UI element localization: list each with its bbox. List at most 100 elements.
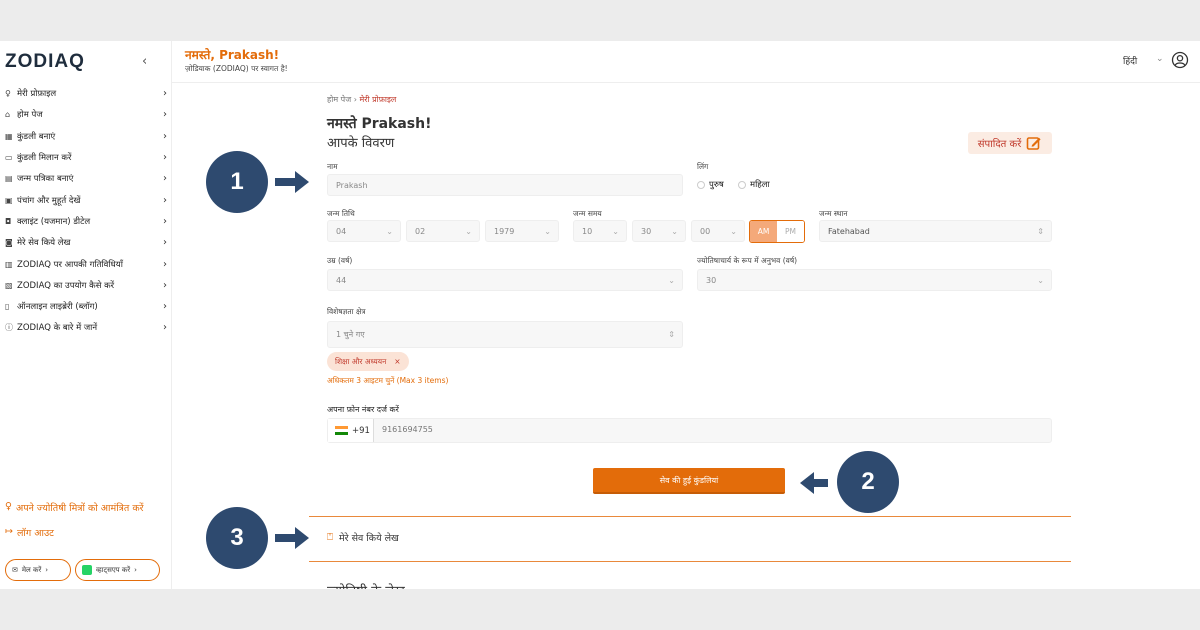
country-code: +91 bbox=[352, 425, 370, 436]
chevron-right-icon: › bbox=[163, 322, 167, 334]
sidebar-item[interactable]: ▭ कुंडली मिलान करें › bbox=[5, 147, 167, 168]
chevron-right-icon: › bbox=[163, 88, 167, 100]
arrow-right-icon bbox=[275, 527, 309, 549]
pob-value: Fatehabad bbox=[828, 226, 870, 236]
dob-month-select[interactable]: 02 ⌄ bbox=[406, 220, 480, 242]
whatsapp-button[interactable]: व्हाट्सएप करें › bbox=[75, 559, 160, 581]
client-icon: ◘ bbox=[5, 216, 12, 226]
annotation-badge-2: 2 bbox=[837, 451, 899, 513]
age-select[interactable]: 44 ⌄ bbox=[327, 269, 683, 291]
invite-friends-link[interactable]: ♀ अपने ज्योतिषी मित्रों को आमंत्रित करें bbox=[5, 501, 144, 514]
am-option[interactable]: AM bbox=[750, 221, 777, 242]
age-value: 44 bbox=[336, 275, 347, 285]
specialty-select[interactable]: 1 चुने गए ⇕ bbox=[327, 321, 683, 348]
india-flag-icon bbox=[335, 426, 348, 435]
chevron-updown-icon: ⇕ bbox=[1037, 226, 1044, 236]
chevron-down-icon: ⌄ bbox=[386, 226, 393, 236]
section-subtitle: आपके विवरण bbox=[327, 136, 395, 151]
sidebar-item[interactable]: ▥ ZODIAQ पर आपकी गतिविधियाँ › bbox=[5, 253, 167, 274]
language-select[interactable]: हिंदी bbox=[1123, 54, 1137, 67]
whatsapp-label: व्हाट्सएप करें bbox=[96, 565, 131, 574]
specialty-chip: शिक्षा और अध्ययन × bbox=[327, 352, 409, 371]
sidebar-item[interactable]: ◘ क्लाइंट (यजमान) डीटेल › bbox=[5, 211, 167, 232]
group-icon: ♀ bbox=[5, 501, 12, 512]
specialty-label: विशेषज्ञता क्षेत्र bbox=[327, 307, 366, 316]
edit-label: संपादित करें bbox=[977, 139, 1022, 150]
specialty-value: 1 चुने गए bbox=[336, 330, 365, 339]
dob-month-value: 02 bbox=[415, 226, 426, 236]
experience-label: ज्योतिषाचार्य के रूप में अनुभव (वर्ष) bbox=[697, 256, 798, 265]
tob-second-value: 00 bbox=[700, 226, 711, 236]
bookmark-icon: ⍞ bbox=[327, 532, 333, 543]
sidebar-item[interactable]: ▧ ZODIAQ का उपयोग कैसे करें › bbox=[5, 275, 167, 296]
country-code-select[interactable]: +91 bbox=[328, 419, 374, 442]
experience-value: 30 bbox=[706, 275, 717, 285]
name-field[interactable]: Prakash bbox=[327, 174, 683, 196]
chevron-right-icon: › bbox=[163, 130, 167, 142]
age-label: उम्र (वर्ष) bbox=[327, 256, 353, 265]
app-frame: ZODIAQ ‹ ♀ मेरी प्रोफ़ाइल › ⌂ होम पेज › ▦ कुंडल… bbox=[0, 41, 1200, 589]
sidebar-item[interactable]: ⌂ होम पेज › bbox=[5, 104, 167, 125]
dob-label: जन्म तिथि bbox=[327, 209, 355, 218]
pm-option[interactable]: PM bbox=[777, 221, 804, 242]
page-title: नमस्ते Prakash! bbox=[327, 116, 432, 132]
chevron-right-icon: › bbox=[163, 152, 167, 164]
sidebar-item[interactable]: ▣ पंचांग और मुहूर्त देखें › bbox=[5, 189, 167, 210]
phone-field[interactable]: +91 9161694755 bbox=[327, 418, 1052, 443]
document-icon: ▤ bbox=[5, 174, 13, 184]
edit-profile-button[interactable]: संपादित करें bbox=[968, 132, 1052, 154]
user-icon: ♀ bbox=[5, 89, 11, 99]
divider bbox=[309, 516, 1071, 517]
dob-day-select[interactable]: 04 ⌄ bbox=[327, 220, 401, 242]
chevron-down-icon: ⌄ bbox=[1037, 275, 1044, 285]
logout-link[interactable]: ↦ लॉग आउट bbox=[5, 526, 54, 539]
account-icon[interactable] bbox=[1171, 51, 1189, 69]
chevron-right-icon: › bbox=[134, 566, 137, 574]
tob-second-select[interactable]: 00 ⌄ bbox=[691, 220, 745, 242]
gender-male-radio[interactable]: पुरुष bbox=[697, 179, 724, 190]
mail-button[interactable]: ✉ मेल करें › bbox=[5, 559, 71, 581]
sidebar-item[interactable]: ⓘ ZODIAQ के बारे में जानें › bbox=[5, 317, 167, 338]
experience-select[interactable]: 30 ⌄ bbox=[697, 269, 1052, 291]
top-header: नमस्ते, Prakash! ज़ोडियाक (ZODIAQ) पर स्… bbox=[172, 41, 1200, 83]
collapse-sidebar-icon[interactable]: ‹ bbox=[142, 54, 147, 69]
tob-hour-value: 10 bbox=[582, 226, 593, 236]
bookmark-icon: ◙ bbox=[5, 238, 13, 248]
saved-articles-label: मेरे सेव किये लेख bbox=[339, 533, 399, 544]
chevron-right-icon: › bbox=[163, 173, 167, 185]
chip-remove-icon[interactable]: × bbox=[394, 357, 400, 366]
gender-female-radio[interactable]: महिला bbox=[738, 179, 770, 190]
match-icon: ▭ bbox=[5, 153, 13, 163]
tob-minute-select[interactable]: 30 ⌄ bbox=[632, 220, 686, 242]
invite-label: अपने ज्योतिषी मित्रों को आमंत्रित करें bbox=[15, 503, 144, 514]
saved-kundlis-button[interactable]: सेव की हुई कुंडलियां bbox=[593, 468, 785, 494]
logout-label: लॉग आउट bbox=[16, 528, 54, 539]
chevron-down-icon: ⌄ bbox=[668, 275, 675, 285]
chevron-down-icon[interactable]: ⌄ bbox=[1156, 54, 1164, 64]
breadcrumb: होम पेज › मेरी प्रोफ़ाइल bbox=[327, 94, 396, 105]
sidebar: ZODIAQ ‹ ♀ मेरी प्रोफ़ाइल › ⌂ होम पेज › ▦ कुंडल… bbox=[0, 41, 172, 589]
phone-value: 9161694755 bbox=[382, 425, 433, 434]
chevron-down-icon: ⌄ bbox=[730, 226, 737, 236]
dob-year-select[interactable]: 1979 ⌄ bbox=[485, 220, 559, 242]
guide-icon: ▧ bbox=[5, 280, 13, 290]
sidebar-item[interactable]: ▤ जन्म पत्रिका बनाएं › bbox=[5, 168, 167, 189]
pob-select[interactable]: Fatehabad ⇕ bbox=[819, 220, 1052, 242]
ampm-toggle[interactable]: AM PM bbox=[749, 220, 805, 243]
gender-male-label: पुरुष bbox=[709, 180, 724, 190]
sidebar-item[interactable]: ◙ मेरे सेव किये लेख › bbox=[5, 232, 167, 253]
breadcrumb-home[interactable]: होम पेज bbox=[327, 95, 351, 104]
sidebar-nav: ♀ मेरी प्रोफ़ाइल › ⌂ होम पेज › ▦ कुंडली बनाएं › ▭… bbox=[5, 83, 167, 339]
sidebar-item[interactable]: ▯ ऑनलाइन लाइब्रेरी (ब्लॉग) › bbox=[5, 296, 167, 317]
name-value: Prakash bbox=[336, 180, 368, 190]
tob-hour-select[interactable]: 10 ⌄ bbox=[573, 220, 627, 242]
annotation-badge-3: 3 bbox=[206, 507, 268, 569]
sidebar-item-label: पंचांग और मुहूर्त देखें bbox=[17, 195, 81, 206]
sidebar-item[interactable]: ♀ मेरी प्रोफ़ाइल › bbox=[5, 83, 167, 104]
logout-icon: ↦ bbox=[5, 526, 13, 537]
chevron-down-icon: ⌄ bbox=[612, 226, 619, 236]
pob-label: जन्म स्थान bbox=[819, 209, 848, 218]
name-label: नाम bbox=[327, 162, 338, 171]
saved-articles-section[interactable]: ⍞ मेरे सेव किये लेख bbox=[327, 531, 399, 544]
sidebar-item[interactable]: ▦ कुंडली बनाएं › bbox=[5, 126, 167, 147]
